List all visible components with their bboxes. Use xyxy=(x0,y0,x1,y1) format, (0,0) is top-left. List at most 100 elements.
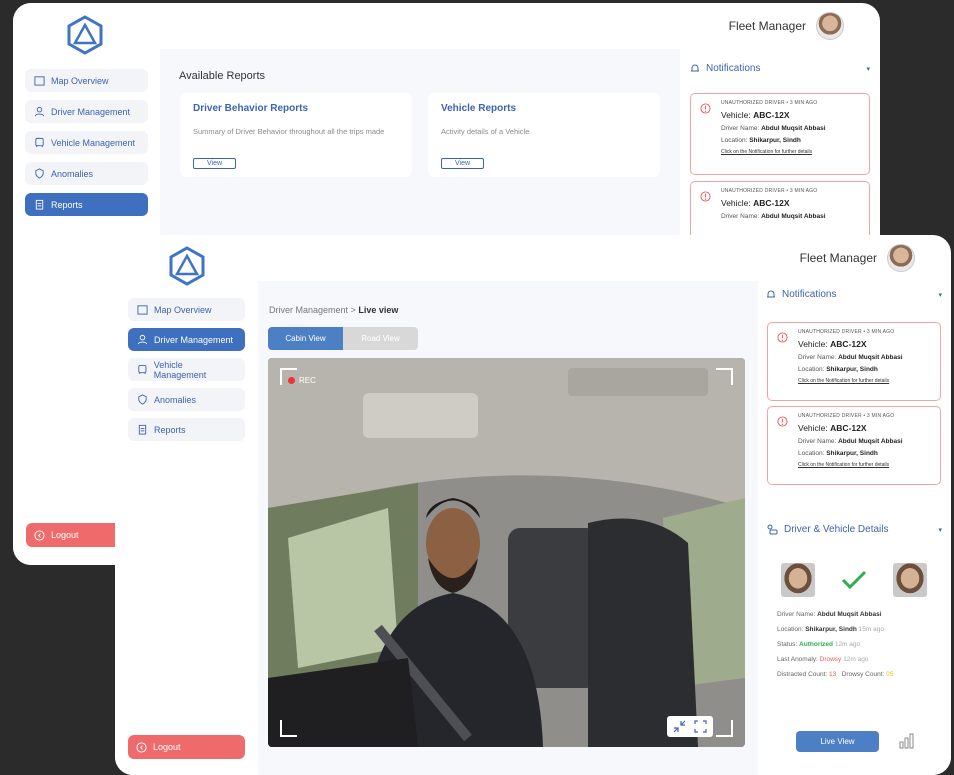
chevron-down-icon[interactable]: ▾ xyxy=(938,526,942,534)
vehicle-prefix: Vehicle: xyxy=(721,198,751,208)
nav-label: Reports xyxy=(154,424,186,435)
shield-icon xyxy=(138,394,147,405)
location-time: 15m ago xyxy=(858,626,884,633)
nav-label: Vehicle Management xyxy=(51,137,136,148)
nav-label: Anomalies xyxy=(154,394,197,405)
chevron-down-icon[interactable]: ▾ xyxy=(866,65,870,73)
report-desc: Summary of Driver Behavior throughout al… xyxy=(193,127,385,136)
drowsy-count: 05 xyxy=(886,671,894,678)
location-label: Location: xyxy=(777,626,804,633)
driver-vehicle-header[interactable]: Driver & Vehicle Details ▾ xyxy=(766,524,942,535)
map-icon xyxy=(34,76,45,86)
report-title: Driver Behavior Reports xyxy=(193,103,309,114)
frame-corner-icon xyxy=(280,368,297,385)
vehicle-id: ABC-12X xyxy=(830,339,867,349)
bar-chart-icon[interactable] xyxy=(899,733,915,749)
report-card-vehicle[interactable]: Vehicle Reports Activity details of a Ve… xyxy=(428,93,660,177)
bell-icon xyxy=(691,64,699,72)
alert-icon xyxy=(777,332,788,343)
notifications-header[interactable]: Notifications ▾ xyxy=(690,63,870,74)
sidebar-item-vehicle-management[interactable]: Vehicle Management xyxy=(128,358,245,381)
notifications-title: Notifications xyxy=(706,63,761,74)
live-view-button[interactable]: Live View xyxy=(796,731,879,752)
avatar[interactable] xyxy=(887,244,915,272)
logout-label: Logout xyxy=(153,742,181,752)
alert-icon xyxy=(777,416,788,427)
drowsy-label: Drowsy Count: xyxy=(841,671,885,678)
logout-label: Logout xyxy=(51,530,79,540)
sidebar-item-anomalies[interactable]: Anomalies xyxy=(25,162,148,185)
notification-card[interactable]: UNAUTHORIZED DRIVER • 3 MIN AGO Vehicle:… xyxy=(767,406,941,485)
breadcrumb-parent[interactable]: Driver Management xyxy=(269,305,348,315)
notification-tag: UNAUTHORIZED DRIVER • 3 MIN AGO xyxy=(721,100,818,106)
sidebar-item-map-overview[interactable]: Map Overview xyxy=(25,69,148,92)
notification-link[interactable]: Click on the Notification for further de… xyxy=(798,378,932,384)
tab-cabin-view[interactable]: Cabin View xyxy=(268,327,343,350)
shield-icon xyxy=(35,168,44,179)
anomaly-label: Last Anomaly: xyxy=(777,656,818,663)
app-logo xyxy=(167,245,207,287)
notification-card[interactable]: UNAUTHORIZED DRIVER • 3 MIN AGO Vehicle:… xyxy=(690,93,870,175)
alert-icon xyxy=(700,103,711,114)
notification-link[interactable]: Click on the Notification for further de… xyxy=(721,149,861,155)
report-card-driver-behavior[interactable]: Driver Behavior Reports Summary of Drive… xyxy=(180,93,412,177)
notifications-header[interactable]: Notifications ▾ xyxy=(766,289,942,300)
live-view-window: Map Overview Driver Management Vehicle M… xyxy=(115,235,951,775)
sidebar-item-vehicle-management[interactable]: Vehicle Management xyxy=(25,131,148,154)
clipboard-icon xyxy=(35,199,44,210)
view-tabs: Cabin View Road View xyxy=(268,327,418,350)
bus-icon xyxy=(35,137,44,148)
sidebar-item-driver-management[interactable]: Driver Management xyxy=(128,328,245,351)
nav-label: Reports xyxy=(51,199,83,210)
notification-tag: UNAUTHORIZED DRIVER • 3 MIN AGO xyxy=(798,413,895,419)
user-icon xyxy=(137,334,148,345)
vehicle-prefix: Vehicle: xyxy=(798,423,828,433)
camera-frame-image xyxy=(268,358,745,747)
page-title: Available Reports xyxy=(179,70,266,82)
sidebar-item-driver-management[interactable]: Driver Management xyxy=(25,100,148,123)
fullscreen-icon[interactable] xyxy=(694,720,707,733)
sidebar-item-reports[interactable]: Reports xyxy=(25,193,148,216)
top-bar: Fleet Manager xyxy=(160,3,880,49)
minimize-icon[interactable] xyxy=(673,720,686,733)
video-controls xyxy=(667,716,713,737)
live-driver-photo xyxy=(893,563,927,597)
distracted-count: 13 xyxy=(829,671,837,678)
nav-label: Vehicle Management xyxy=(153,359,207,380)
sidebar-item-anomalies[interactable]: Anomalies xyxy=(128,388,245,411)
notifications-title: Notifications xyxy=(782,289,837,300)
app-logo xyxy=(65,15,105,55)
report-title: Vehicle Reports xyxy=(441,103,517,114)
location-value: Shikarpur, Sindh xyxy=(805,626,857,633)
map-icon xyxy=(137,305,148,315)
notification-link[interactable]: Click on the Notification for further de… xyxy=(798,462,932,468)
breadcrumb: Driver Management > Live view xyxy=(269,305,398,315)
avatar[interactable] xyxy=(816,12,844,40)
status-badge: Authorized xyxy=(799,641,833,648)
driver-prefix: Driver Name: xyxy=(798,354,837,361)
notification-card[interactable]: UNAUTHORIZED DRIVER • 3 MIN AGO Vehicle:… xyxy=(767,322,941,401)
location-prefix: Location: xyxy=(721,137,748,144)
chevron-down-icon[interactable]: ▾ xyxy=(938,291,942,299)
cabin-camera-feed[interactable]: REC xyxy=(268,358,745,747)
notification-tag: UNAUTHORIZED DRIVER • 3 MIN AGO xyxy=(721,188,818,194)
logout-button[interactable]: Logout xyxy=(128,735,245,759)
sidebar-item-map-overview[interactable]: Map Overview xyxy=(128,298,245,321)
nav-label: Anomalies xyxy=(51,168,94,179)
user-name: Fleet Manager xyxy=(728,19,806,33)
match-check-icon xyxy=(841,570,867,590)
top-bar: Fleet Manager xyxy=(258,235,951,281)
rec-label: REC xyxy=(299,376,316,385)
location-value: Shikarpur, Sindh xyxy=(826,366,878,373)
sidebar-item-reports[interactable]: Reports xyxy=(128,418,245,441)
notification-tag: UNAUTHORIZED DRIVER • 3 MIN AGO xyxy=(798,329,895,335)
driver-name: Abdul Muqsit Abbasi xyxy=(761,125,826,132)
tab-road-view[interactable]: Road View xyxy=(343,327,418,350)
location-prefix: Location: xyxy=(798,450,825,457)
distracted-label: Distracted Count: xyxy=(777,671,828,678)
view-button[interactable]: View xyxy=(441,158,485,169)
breadcrumb-current: Live view xyxy=(358,305,399,315)
view-button[interactable]: View xyxy=(193,158,237,169)
nav-label: Driver Management xyxy=(51,106,131,117)
registered-driver-photo xyxy=(781,563,815,597)
